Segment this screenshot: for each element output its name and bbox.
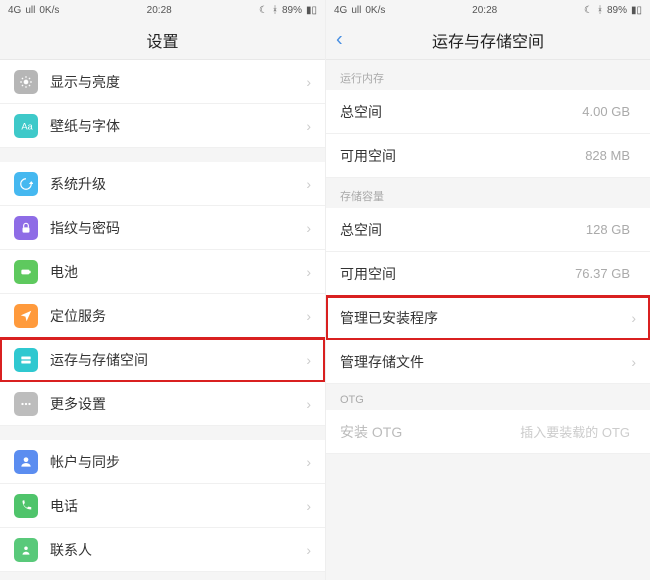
settings-row-storage[interactable]: 运存与存储空间› — [0, 338, 325, 382]
time-label: 20:28 — [472, 5, 497, 16]
row-value: 128 GB — [586, 222, 630, 237]
chevron-right-icon: › — [631, 354, 636, 370]
section-header: OTG — [326, 384, 650, 410]
row-label: 更多设置 — [50, 394, 306, 414]
row-label: 电池 — [50, 262, 306, 282]
chevron-right-icon: › — [306, 396, 311, 412]
time-label: 20:28 — [147, 5, 172, 16]
section-header: 运行内存 — [326, 60, 650, 90]
row-label: 帐户与同步 — [50, 452, 306, 472]
storage-list: 运行内存总空间4.00 GB可用空间828 MB存储容量总空间128 GB可用空… — [326, 60, 650, 580]
bt-icon: ᚼ — [272, 5, 278, 16]
row-value: 76.37 GB — [575, 266, 630, 281]
chevron-right-icon: › — [306, 308, 311, 324]
row-label: 管理存储文件 — [340, 352, 631, 372]
storage-screen: 4G ull 0K/s 20:28 ☾ ᚼ 89% ▮▯ ‹ 运存与存储空间 运… — [325, 0, 650, 580]
update-icon — [14, 172, 38, 196]
row-label: 总空间 — [340, 220, 586, 240]
row-value: 828 MB — [585, 148, 630, 163]
settings-row-more[interactable]: 更多设置› — [0, 382, 325, 426]
account-icon — [14, 450, 38, 474]
page-title: 运存与存储空间 — [432, 28, 544, 52]
settings-row-update[interactable]: 系统升级› — [0, 162, 325, 206]
nav-bar: ‹ 运存与存储空间 — [326, 20, 650, 60]
moon-icon: ☾ — [584, 5, 593, 16]
row-value: 4.00 GB — [582, 104, 630, 119]
chevron-right-icon: › — [306, 454, 311, 470]
chevron-right-icon: › — [306, 498, 311, 514]
status-bar: 4G ull 0K/s 20:28 ☾ ᚼ 89% ▮▯ — [326, 0, 650, 20]
bt-icon: ᚼ — [597, 5, 603, 16]
moon-icon: ☾ — [259, 5, 268, 16]
page-title: 设置 — [146, 28, 178, 52]
chevron-right-icon: › — [631, 310, 636, 326]
storage-row: 安装 OTG插入要装载的 OTG — [326, 410, 650, 454]
network-label: 4G — [8, 5, 21, 16]
row-label: 总空间 — [340, 102, 582, 122]
storage-row: 总空间4.00 GB — [326, 90, 650, 134]
chevron-right-icon: › — [306, 542, 311, 558]
back-button[interactable]: ‹ — [336, 28, 343, 51]
storage-row[interactable]: 管理存储文件› — [326, 340, 650, 384]
chevron-right-icon: › — [306, 264, 311, 280]
settings-screen: 4G ull 0K/s 20:28 ☾ ᚼ 89% ▮▯ 设置 显示与亮度›Aa… — [0, 0, 325, 580]
storage-row: 可用空间76.37 GB — [326, 252, 650, 296]
row-label: 运存与存储空间 — [50, 350, 306, 370]
row-label: 联系人 — [50, 540, 306, 560]
chevron-right-icon: › — [306, 352, 311, 368]
row-label: 显示与亮度 — [50, 72, 306, 92]
speed-label: 0K/s — [39, 5, 59, 16]
settings-row-sun[interactable]: 显示与亮度› — [0, 60, 325, 104]
nav-bar: 设置 — [0, 20, 325, 60]
chevron-right-icon: › — [306, 220, 311, 236]
row-label: 可用空间 — [340, 264, 575, 284]
storage-icon — [14, 348, 38, 372]
battery-icon: ▮▯ — [306, 5, 317, 16]
row-label: 指纹与密码 — [50, 218, 306, 238]
section-header: 存储容量 — [326, 178, 650, 208]
chevron-right-icon: › — [306, 74, 311, 90]
row-value: 插入要装载的 OTG — [520, 422, 630, 441]
settings-row-location[interactable]: 定位服务› — [0, 294, 325, 338]
row-label: 系统升级 — [50, 174, 306, 194]
storage-row[interactable]: 管理已安装程序› — [326, 296, 650, 340]
row-label: 安装 OTG — [340, 422, 520, 442]
network-label: 4G — [334, 5, 347, 16]
lock-icon — [14, 216, 38, 240]
storage-row: 可用空间828 MB — [326, 134, 650, 178]
row-label: 壁纸与字体 — [50, 116, 306, 136]
row-label: 管理已安装程序 — [340, 308, 631, 328]
font-icon: Aa — [14, 114, 38, 138]
settings-list: 显示与亮度›Aa壁纸与字体›系统升级›指纹与密码›电池›定位服务›运存与存储空间… — [0, 60, 325, 580]
settings-row-font[interactable]: Aa 壁纸与字体› — [0, 104, 325, 148]
row-label: 可用空间 — [340, 146, 585, 166]
battery-icon — [14, 260, 38, 284]
location-icon — [14, 304, 38, 328]
sun-icon — [14, 70, 38, 94]
storage-row: 总空间128 GB — [326, 208, 650, 252]
speed-label: 0K/s — [365, 5, 385, 16]
svg-text:Aa: Aa — [21, 121, 33, 131]
settings-row-lock[interactable]: 指纹与密码› — [0, 206, 325, 250]
row-label: 定位服务 — [50, 306, 306, 326]
phone-icon — [14, 494, 38, 518]
settings-row-account[interactable]: 帐户与同步› — [0, 440, 325, 484]
battery-label: 89% — [282, 5, 302, 16]
settings-row-battery[interactable]: 电池› — [0, 250, 325, 294]
row-label: 电话 — [50, 496, 306, 516]
signal-icon: ull — [25, 5, 35, 16]
status-bar: 4G ull 0K/s 20:28 ☾ ᚼ 89% ▮▯ — [0, 0, 325, 20]
chevron-right-icon: › — [306, 118, 311, 134]
signal-icon: ull — [351, 5, 361, 16]
battery-icon: ▮▯ — [631, 5, 642, 16]
more-icon — [14, 392, 38, 416]
chevron-right-icon: › — [306, 176, 311, 192]
battery-label: 89% — [607, 5, 627, 16]
settings-row-phone[interactable]: 电话› — [0, 484, 325, 528]
settings-row-contacts[interactable]: 联系人› — [0, 528, 325, 572]
contacts-icon — [14, 538, 38, 562]
